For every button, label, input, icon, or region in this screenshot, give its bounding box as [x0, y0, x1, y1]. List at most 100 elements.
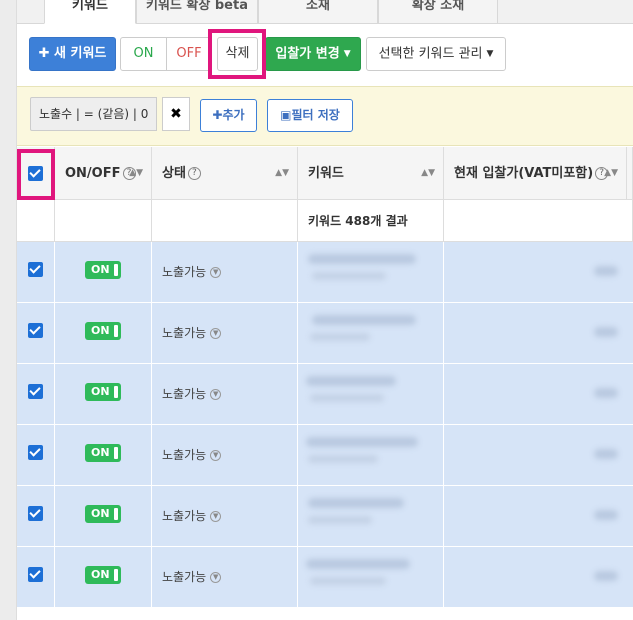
row-checkbox[interactable] — [28, 445, 43, 460]
blurred-keyword-sub — [310, 333, 370, 341]
chevron-down-circle-icon[interactable]: ▼ — [210, 389, 222, 400]
help-icon[interactable]: ? — [187, 167, 201, 180]
table-row[interactable]: ON 노출가능 ▼ — [17, 364, 633, 425]
save-filter-label: 필터 저장 — [291, 108, 340, 122]
row-status-cell: 노출가능 ▼ — [152, 425, 298, 486]
header-status[interactable]: 상태? ▲▼ — [152, 147, 298, 200]
row-select-cell — [17, 242, 55, 303]
manage-selected-label: 선택한 키워드 관리 — [378, 46, 483, 62]
tab-keyword[interactable]: 키워드 — [44, 0, 136, 24]
on-button[interactable]: ON — [120, 37, 167, 71]
status-text: 노출가능 ▼ — [162, 507, 222, 524]
row-bid-cell[interactable] — [444, 242, 633, 303]
sort-icon[interactable]: ▲▼ — [129, 147, 143, 199]
blurred-keyword-sub — [310, 577, 386, 585]
row-status-cell: 노출가능 ▼ — [152, 303, 298, 364]
status-text: 노출가능 ▼ — [162, 324, 222, 341]
row-bid-cell[interactable] — [444, 364, 633, 425]
filter-chip[interactable]: 노출수 | = (같음) | 0 — [30, 97, 158, 131]
chevron-down-circle-icon[interactable]: ▼ — [210, 450, 222, 461]
blurred-keyword — [306, 376, 396, 386]
tab-keyword-expansion[interactable]: 키워드 확장 beta — [136, 0, 258, 24]
row-bid-cell[interactable] — [444, 547, 633, 608]
sort-icon[interactable]: ▲▼ — [275, 147, 289, 199]
row-select-cell — [17, 303, 55, 364]
row-select-cell — [17, 486, 55, 547]
row-checkbox[interactable] — [28, 323, 43, 338]
row-status-cell: 노출가능 ▼ — [152, 242, 298, 303]
chevron-down-circle-icon[interactable]: ▼ — [210, 572, 222, 583]
row-keyword-cell[interactable] — [298, 547, 444, 608]
onoff-toggle[interactable]: ON — [85, 383, 121, 401]
onoff-toggle[interactable]: ON — [85, 566, 121, 584]
blurred-keyword — [312, 315, 416, 325]
sort-icon[interactable]: ▲▼ — [421, 147, 435, 199]
blurred-keyword-sub — [312, 272, 386, 280]
row-keyword-cell[interactable] — [298, 303, 444, 364]
add-filter-button[interactable]: ✚추가 — [200, 99, 257, 132]
row-status-cell: 노출가능 ▼ — [152, 364, 298, 425]
summary-cell — [55, 200, 152, 242]
header-current-bid[interactable]: 현재 입찰가(VAT미포함)? ▲▼ — [444, 147, 627, 200]
left-gutter — [0, 0, 17, 620]
delete-highlight-box — [208, 29, 266, 79]
blurred-bid — [594, 388, 618, 398]
save-filter-button[interactable]: ▣필터 저장 — [267, 99, 353, 132]
row-bid-cell[interactable] — [444, 303, 633, 364]
filter-bar: 노출수 | = (같음) | 0 ✖ ✚추가 ▣필터 저장 — [17, 86, 633, 146]
chevron-down-circle-icon[interactable]: ▼ — [210, 328, 222, 339]
table-row[interactable]: ON 노출가능 ▼ — [17, 242, 633, 303]
onoff-toggle[interactable]: ON — [85, 322, 121, 340]
onoff-toggle[interactable]: ON — [85, 261, 121, 279]
row-onoff-cell: ON — [55, 486, 152, 547]
status-text: 노출가능 ▼ — [162, 263, 222, 280]
summary-cell — [444, 200, 633, 242]
row-checkbox[interactable] — [28, 567, 43, 582]
status-label: 노출가능 — [162, 570, 207, 584]
floppy-disk-icon: ▣ — [280, 108, 292, 122]
onoff-toggle[interactable]: ON — [85, 444, 121, 462]
add-filter-label: 추가 — [222, 108, 245, 122]
row-onoff-cell: ON — [55, 364, 152, 425]
bid-change-button[interactable]: 입찰가 변경 ▼ — [265, 37, 361, 71]
row-status-cell: 노출가능 ▼ — [152, 486, 298, 547]
table-row[interactable]: ON 노출가능 ▼ — [17, 425, 633, 486]
chevron-down-circle-icon[interactable]: ▼ — [210, 511, 222, 522]
row-status-cell: 노출가능 ▼ — [152, 547, 298, 608]
row-checkbox[interactable] — [28, 506, 43, 521]
summary-cell — [17, 200, 55, 242]
plus-icon: ✚ — [212, 108, 223, 122]
chevron-down-circle-icon[interactable]: ▼ — [210, 267, 222, 278]
header-onoff[interactable]: ON/OFF? ▲▼ — [55, 147, 152, 200]
header-keyword[interactable]: 키워드 ▲▼ — [298, 147, 444, 200]
row-checkbox[interactable] — [28, 262, 43, 277]
row-select-cell — [17, 364, 55, 425]
remove-filter-icon[interactable]: ✖ — [162, 97, 190, 131]
row-keyword-cell[interactable] — [298, 486, 444, 547]
status-text: 노출가능 ▼ — [162, 446, 222, 463]
onoff-toggle[interactable]: ON — [85, 505, 121, 523]
keyword-count-summary: 키워드 488개 결과 — [298, 200, 444, 242]
table-row[interactable]: ON 노출가능 ▼ — [17, 303, 633, 364]
row-keyword-cell[interactable] — [298, 425, 444, 486]
chevron-down-icon: ▼ — [343, 49, 351, 59]
row-checkbox[interactable] — [28, 384, 43, 399]
new-keyword-button[interactable]: ✚ 새 키워드 — [29, 37, 116, 71]
tab-creative[interactable]: 소재 — [258, 0, 378, 24]
row-keyword-cell[interactable] — [298, 364, 444, 425]
tab-extension-creative[interactable]: 확장 소재 — [378, 0, 498, 24]
bid-change-label: 입찰가 변경 — [275, 46, 340, 62]
manage-selected-keywords-dropdown[interactable]: 선택한 키워드 관리 ▼ — [366, 37, 506, 71]
status-label: 노출가능 — [162, 326, 207, 340]
header-status-label: 상태 — [162, 166, 186, 181]
row-keyword-cell[interactable] — [298, 242, 444, 303]
row-bid-cell[interactable] — [444, 425, 633, 486]
table-row[interactable]: ON 노출가능 ▼ — [17, 486, 633, 547]
table-row[interactable]: ON 노출가능 ▼ — [17, 547, 633, 608]
sort-icon[interactable]: ▲▼ — [604, 147, 618, 199]
off-button[interactable]: OFF — [166, 37, 212, 71]
row-bid-cell[interactable] — [444, 486, 633, 547]
header-keyword-label: 키워드 — [308, 166, 344, 181]
header-bid-label: 현재 입찰가(VAT미포함) — [454, 166, 594, 181]
status-label: 노출가능 — [162, 387, 207, 401]
